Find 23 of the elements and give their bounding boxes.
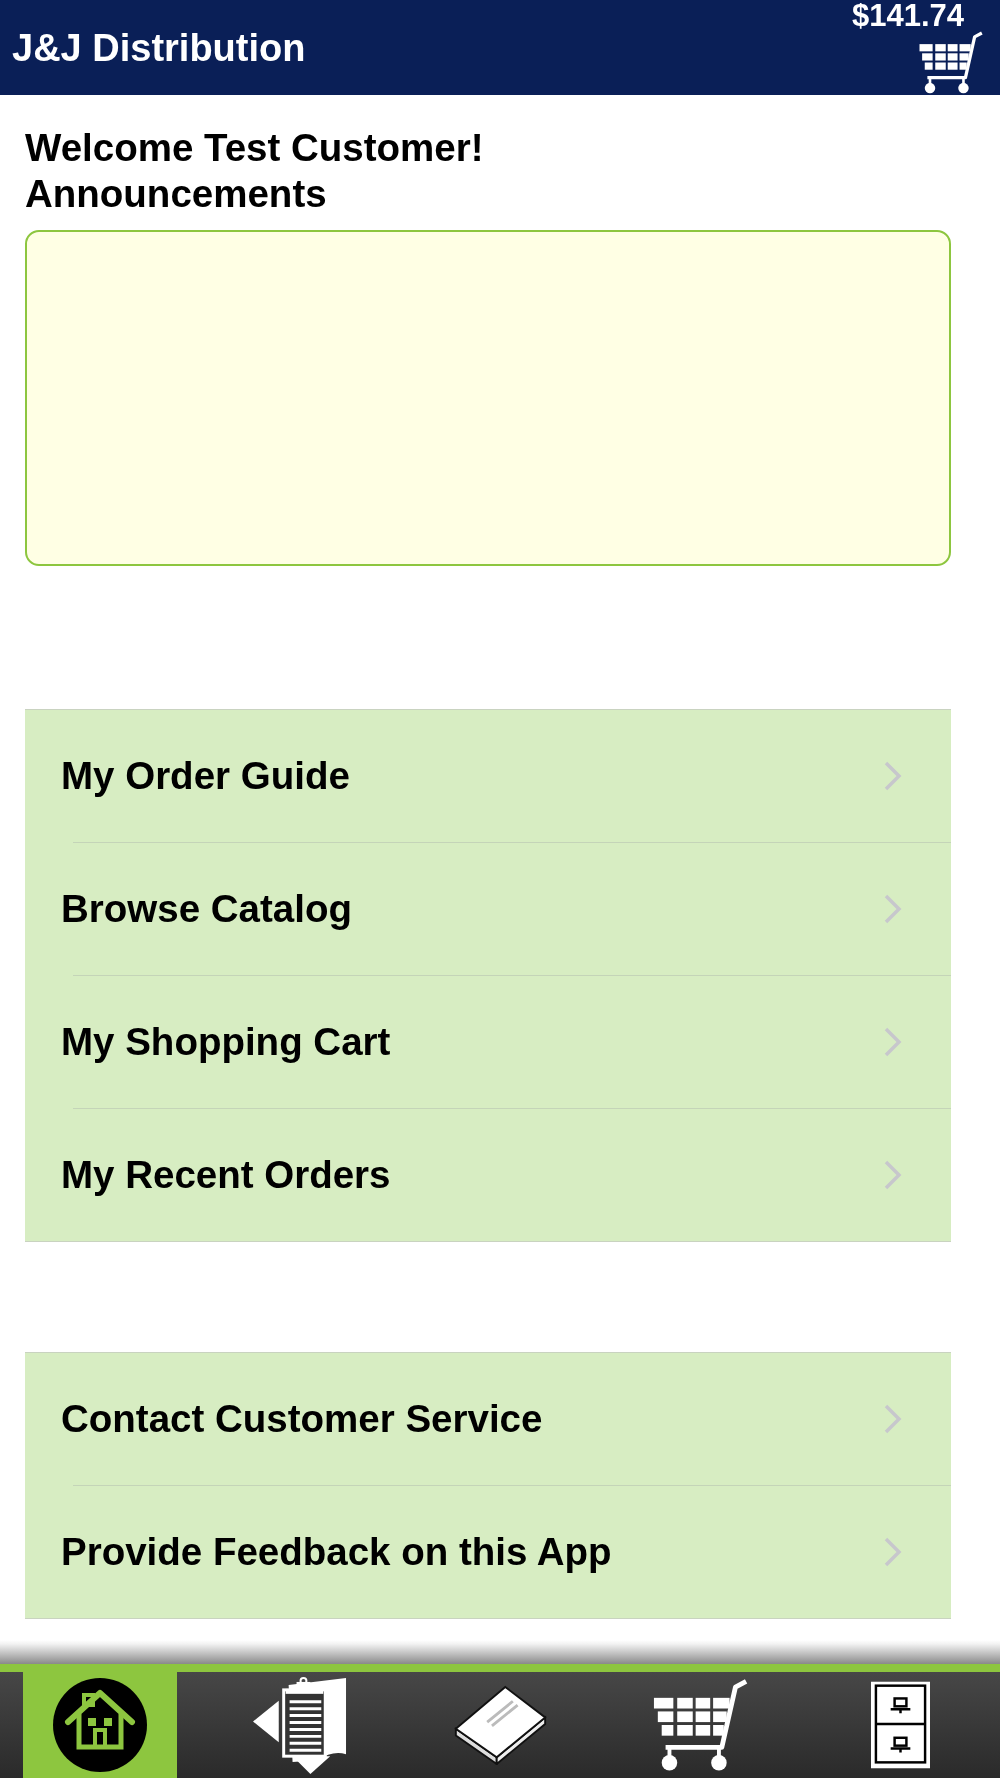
file-cabinet-icon (870, 1681, 930, 1769)
section-heading: Announcements (25, 171, 328, 217)
chevron-icon (884, 1404, 902, 1434)
menu-item[interactable]: My Order Guide (25, 710, 951, 842)
chevron-icon (884, 1027, 902, 1057)
cart-button[interactable]: $141.74 (851, 0, 984, 95)
menu-item[interactable]: Provide Feedback on this App (25, 1486, 951, 1618)
home-icon (53, 1678, 147, 1772)
menu-item[interactable]: Contact Customer Service (25, 1353, 951, 1485)
chevron-icon (884, 1160, 902, 1190)
tab[interactable] (23, 1672, 177, 1778)
book-icon (452, 1685, 548, 1765)
clipboard-icon (252, 1676, 348, 1774)
welcome-text: Welcome Test Customer! (25, 125, 485, 171)
cart-icon (918, 31, 984, 94)
menu-item[interactable]: Browse Catalog (25, 843, 951, 975)
menu-item[interactable]: My Shopping Cart (25, 976, 951, 1108)
cart-icon (651, 1678, 749, 1772)
chevron-icon (884, 761, 902, 791)
chevron-icon (884, 1537, 902, 1567)
menu-item[interactable]: My Recent Orders (25, 1109, 951, 1241)
chevron-icon (884, 894, 902, 924)
app-title: J&J Distribution (12, 25, 306, 71)
